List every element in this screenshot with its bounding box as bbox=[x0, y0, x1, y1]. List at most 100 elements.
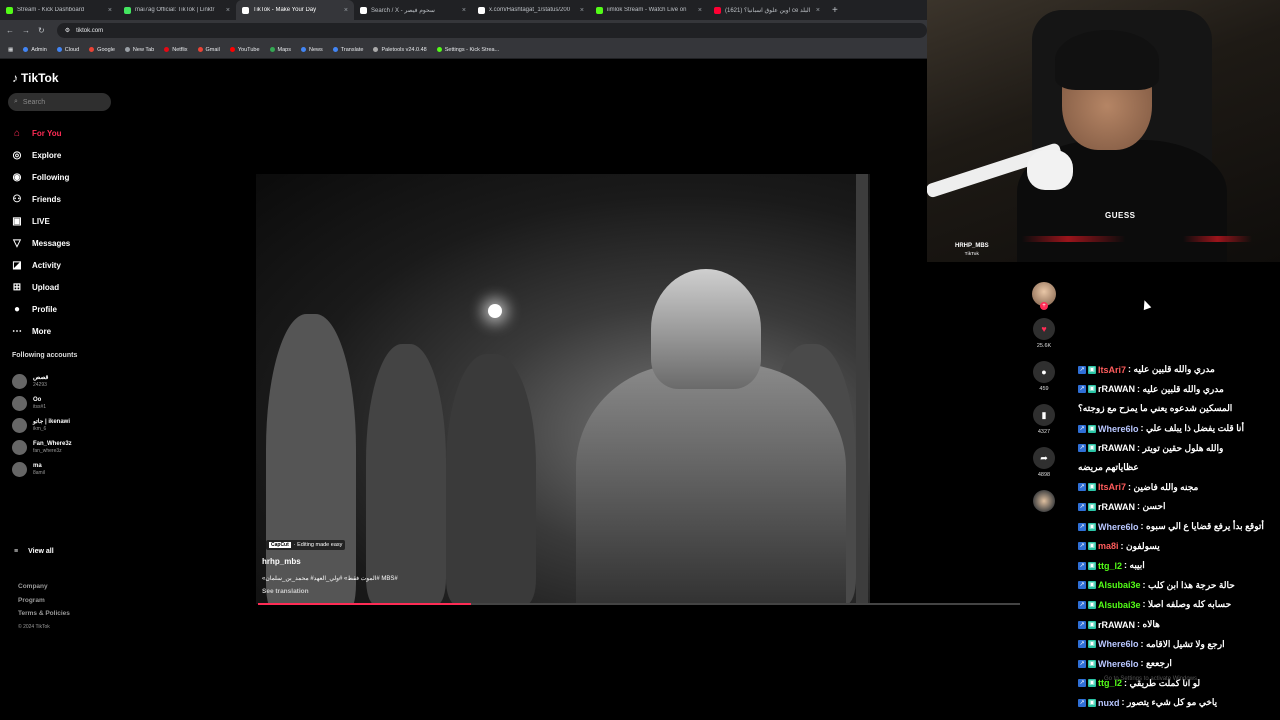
footer-link-company[interactable]: Company bbox=[18, 580, 70, 594]
chat-username[interactable]: ttg_l2 bbox=[1098, 561, 1122, 571]
bookmark-favicon-icon bbox=[23, 47, 29, 52]
capcut-tag[interactable]: CapCut · Editing made easy bbox=[266, 540, 346, 550]
nav-item-live[interactable]: ▣ LIVE bbox=[10, 210, 120, 232]
browser-tab[interactable]: iimlok Stream - Watch Live on × bbox=[590, 0, 708, 20]
bookmark-item[interactable]: News bbox=[300, 47, 323, 53]
footer-link-program[interactable]: Program bbox=[18, 594, 70, 608]
bookmark-item[interactable]: Cloud bbox=[56, 47, 79, 53]
chat-username[interactable]: Where6lo bbox=[1098, 522, 1139, 532]
chat-username[interactable]: rRAWAN bbox=[1098, 620, 1135, 630]
nav-item-following[interactable]: ◉ Following bbox=[10, 166, 120, 188]
chat-username[interactable]: ItsAri7 bbox=[1098, 482, 1126, 492]
tab-close-icon[interactable]: × bbox=[462, 7, 466, 14]
music-disc[interactable] bbox=[1033, 490, 1055, 512]
chat-username[interactable]: Alsubai3e bbox=[1098, 600, 1141, 610]
follow-plus-icon[interactable]: + bbox=[1040, 302, 1048, 310]
site-info-icon[interactable]: ⚙ bbox=[65, 27, 70, 34]
bookmark-item[interactable]: Google bbox=[89, 47, 115, 53]
bookmark-item[interactable]: Gmail bbox=[197, 47, 220, 53]
video-author[interactable]: hrhp_mbs bbox=[262, 557, 301, 566]
badge-icon: ↗ bbox=[1078, 581, 1086, 590]
tab-close-icon[interactable]: × bbox=[108, 7, 112, 14]
tiktok-logo[interactable]: ♪ TikTok bbox=[12, 71, 59, 85]
chat-username[interactable]: ItsAri7 bbox=[1098, 365, 1126, 375]
browser-tab[interactable]: mai7ag Official: TikTok | Linktr × bbox=[118, 0, 236, 20]
bookmark-item[interactable]: Settings - Kick Strea... bbox=[436, 47, 499, 53]
following-account[interactable]: Fan_Where3z fan_where3z bbox=[12, 436, 117, 458]
chat-username[interactable]: rRAWAN bbox=[1098, 443, 1135, 453]
nav-item-friends[interactable]: ⚇ Friends bbox=[10, 188, 120, 210]
bookmark-favicon-icon bbox=[436, 47, 442, 52]
nav-item-explore[interactable]: ◎ Explore bbox=[10, 144, 120, 166]
bookmark-label: New Tab bbox=[132, 46, 155, 53]
following-account[interactable]: ma 8amil bbox=[12, 458, 117, 480]
subscriber-badge-icon: ▣ bbox=[1088, 679, 1096, 688]
avatar bbox=[12, 439, 27, 455]
bookmark-item[interactable]: Maps bbox=[269, 47, 291, 53]
screen: Stream - Kick Dashboard × mai7ag Official:… bbox=[0, 0, 1280, 720]
chat-username[interactable]: Where6lo bbox=[1098, 424, 1139, 434]
bookmark-item[interactable]: Admin bbox=[23, 47, 47, 53]
badge-icon: ↗ bbox=[1078, 444, 1086, 453]
creator-avatar[interactable]: + bbox=[1032, 282, 1056, 310]
chat-text: : حالة حرجة هذا ابن كلب bbox=[1142, 579, 1235, 590]
bookmark-item[interactable]: New Tab bbox=[124, 46, 155, 53]
following-account[interactable]: جاتو | ikenawi ikm_6 bbox=[12, 414, 117, 436]
bookmark-item[interactable]: Translate bbox=[332, 47, 363, 53]
reload-icon[interactable]: ↻ bbox=[38, 26, 45, 35]
chat-username[interactable]: rRAWAN bbox=[1098, 502, 1135, 512]
following-accounts-title: Following accounts bbox=[12, 352, 78, 359]
search-input[interactable]: ⌕ Search bbox=[8, 93, 111, 111]
subscriber-badge-icon: ▣ bbox=[1088, 640, 1096, 649]
nav-item-activity[interactable]: ◪ Activity bbox=[10, 254, 120, 276]
new-tab-icon[interactable]: + bbox=[826, 5, 838, 16]
nav-item-upload[interactable]: ⊞ Upload bbox=[10, 276, 120, 298]
browser-tab[interactable]: Search / X - سحوم فيصر × bbox=[354, 0, 472, 20]
bookmark-item[interactable]: Netflix bbox=[164, 47, 188, 53]
video-progress-bar[interactable] bbox=[258, 603, 1020, 605]
chat-username[interactable]: Where6lo bbox=[1098, 639, 1139, 649]
address-bar[interactable]: ⚙ tiktok.com bbox=[56, 23, 927, 38]
tab-close-icon[interactable]: × bbox=[226, 7, 230, 14]
tab-close-icon[interactable]: × bbox=[344, 7, 348, 14]
badge-icon: ↗ bbox=[1078, 522, 1086, 531]
badge-icon: ↗ bbox=[1078, 385, 1086, 394]
like-button[interactable]: ♥ 25.6K bbox=[1030, 318, 1058, 349]
chat-username[interactable]: rRAWAN bbox=[1098, 384, 1135, 394]
chat-username[interactable]: nuxd bbox=[1098, 698, 1120, 708]
following-account[interactable]: قصص 24293 bbox=[12, 370, 117, 392]
back-icon[interactable]: ← bbox=[6, 26, 14, 35]
bookmark-item[interactable]: Paletools v24.0.48 bbox=[373, 47, 427, 53]
chat-username[interactable]: Where6lo bbox=[1098, 659, 1139, 669]
tab-close-icon[interactable]: × bbox=[698, 7, 702, 14]
chat-message: ↗ ▣ Where6lo: أنا قلت يفضل ذا يبلف علي bbox=[1078, 419, 1273, 439]
nav-item-for-you[interactable]: ⌂ For You bbox=[10, 122, 120, 144]
browser-tab[interactable]: x.com/Hashtagat_1/status/200 × bbox=[472, 0, 590, 20]
nav-item-profile[interactable]: ● Profile bbox=[10, 298, 120, 320]
tab-close-icon[interactable]: × bbox=[580, 7, 584, 14]
chat-message: ↗ ▣ rRAWAN: مدري والله قلبين عليه bbox=[1078, 380, 1273, 400]
badge-icon: ↗ bbox=[1078, 424, 1086, 433]
footer-link-terms[interactable]: Terms & Policies bbox=[18, 607, 70, 621]
browser-tab[interactable]: TikTok - Make Your Day × bbox=[236, 0, 354, 20]
tab-title: x.com/Hashtagat_1/status/200 bbox=[489, 7, 571, 13]
following-account[interactable]: Oo itss#1 bbox=[12, 392, 117, 414]
nav-label: For You bbox=[32, 128, 62, 138]
tab-close-icon[interactable]: × bbox=[816, 7, 820, 14]
chat-username[interactable]: Alsubai3e bbox=[1098, 580, 1141, 590]
share-button[interactable]: ➦ 4898 bbox=[1030, 447, 1058, 478]
chat-username[interactable]: ma8i bbox=[1098, 541, 1119, 551]
apps-icon[interactable]: ▦ bbox=[8, 47, 13, 53]
bookmark-item[interactable]: YouTube bbox=[229, 47, 260, 53]
view-all-button[interactable]: ≡ View all bbox=[14, 548, 54, 555]
see-translation-link[interactable]: See translation bbox=[262, 588, 309, 595]
browser-tab[interactable]: Stream - Kick Dashboard × bbox=[0, 0, 118, 20]
forward-icon[interactable]: → bbox=[22, 26, 30, 35]
comment-button[interactable]: ● 459 bbox=[1030, 361, 1058, 392]
nav-item-messages[interactable]: ▽ Messages bbox=[10, 232, 120, 254]
nav-item-more[interactable]: ⋯ More bbox=[10, 320, 120, 342]
video-player[interactable] bbox=[256, 174, 870, 604]
save-button[interactable]: ▮ 4327 bbox=[1030, 404, 1058, 435]
browser-tab[interactable]: (1621) وين علوق اسبانيا؟! ce البلد × bbox=[708, 0, 826, 20]
chat-text: : مدري والله قلبين عليه bbox=[1128, 364, 1215, 375]
